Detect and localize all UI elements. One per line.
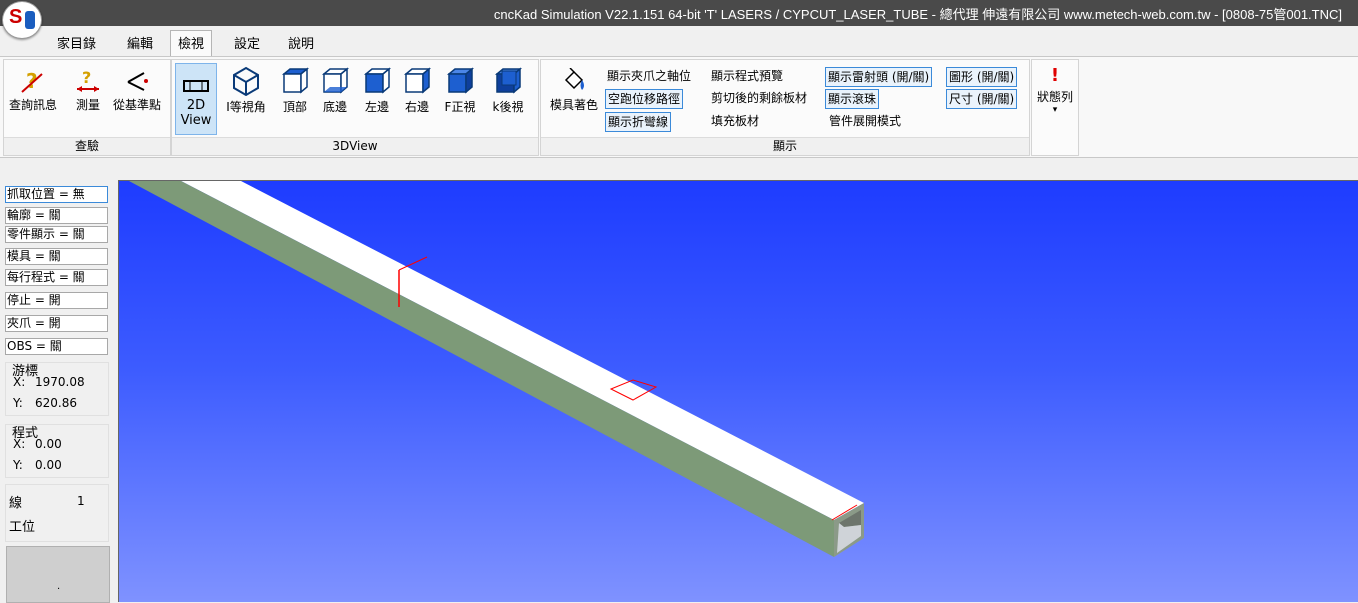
line-value: 1 <box>77 494 85 508</box>
view-2d-button[interactable]: 2D View <box>175 63 217 135</box>
query-info-button[interactable]: ? 查詢訊息 <box>8 68 58 113</box>
measure-button[interactable]: ? 測量 <box>70 68 106 113</box>
tab-settings[interactable]: 設定 <box>234 33 260 52</box>
front-view-icon <box>446 67 475 94</box>
line-label: 線 <box>9 496 23 511</box>
tube-3d-render <box>129 181 864 557</box>
cut-line-1 <box>398 256 428 271</box>
tube-inner-bottom <box>837 523 861 553</box>
right-view-icon <box>403 67 432 94</box>
title-bar: cncKad Simulation V22.1.151 64-bit 'T' L… <box>0 0 1358 26</box>
show-beads-toggle[interactable]: 顯示滾珠 <box>825 89 880 109</box>
window-title: cncKad Simulation V22.1.151 64-bit 'T' L… <box>493 7 1342 22</box>
menu-tabs: 家目錄 編輯 檢視 設定 說明 <box>0 28 1358 57</box>
cursor-y-value: 620.86 <box>35 396 77 410</box>
view-2d-icon <box>183 80 209 92</box>
view-iso-button[interactable]: I等視角 <box>222 66 270 115</box>
status-bar-button[interactable]: ! 狀態列 ▾ <box>1034 65 1076 116</box>
show-bend-lines-toggle[interactable]: 顯示折彎線 <box>605 112 672 132</box>
ribbon: ? 查詢訊息 ? 測量 從基準點 查驗 2D View I等視角 頂部 底邊 左… <box>0 56 1358 158</box>
program-x-value: 0.00 <box>35 437 62 451</box>
exclamation-icon: ! <box>1050 65 1060 86</box>
group-display-label: 顯示 <box>541 137 1029 155</box>
svg-text:?: ? <box>82 68 91 87</box>
group-inspect: ? 查詢訊息 ? 測量 從基準點 查驗 <box>3 59 171 156</box>
paint-bucket-icon <box>564 68 584 90</box>
show-clamp-axis-toggle[interactable]: 顯示夾爪之軸位 <box>605 67 693 85</box>
tab-view[interactable]: 檢視 <box>170 30 213 57</box>
cursor-box: 游標 X: 1970.08 Y: 620.86 <box>5 362 109 416</box>
graphic-toggle[interactable]: 圖形 (開/關) <box>946 67 1018 87</box>
per-line-program-field[interactable]: 每行程式 = 關 <box>5 269 108 286</box>
simulation-viewport[interactable] <box>118 180 1358 602</box>
program-box: 程式 X: 0.00 Y: 0.00 <box>5 424 109 478</box>
group-display: 模具著色 顯示夾爪之軸位 空跑位移路徑 顯示折彎線 顯示程式預覽 剪切後的剩餘板… <box>540 59 1030 156</box>
tube-unfold-toggle[interactable]: 管件展開模式 <box>827 112 903 130</box>
view-top-button[interactable]: 頂部 <box>276 66 314 115</box>
program-preview-toggle[interactable]: 顯示程式預覽 <box>709 67 785 85</box>
group-status: ! 狀態列 ▾ <box>1031 59 1079 156</box>
tab-edit[interactable]: 編輯 <box>127 33 153 52</box>
fill-sheet-toggle[interactable]: 填充板材 <box>709 112 761 130</box>
tool-field[interactable]: 模具 = 關 <box>5 248 108 265</box>
group-3dview-label: 3DView <box>172 137 538 155</box>
contour-field[interactable]: 輪廓 = 關 <box>5 207 108 224</box>
laser-head-toggle[interactable]: 顯示雷射頭 (開/關) <box>825 67 933 87</box>
measure-icon: ? <box>77 68 99 92</box>
iso-view-icon <box>233 66 259 96</box>
program-y-value: 0.00 <box>35 458 62 472</box>
top-view-icon <box>281 67 310 94</box>
clamp-field[interactable]: 夾爪 = 開 <box>5 315 108 332</box>
chevron-down-icon: ▾ <box>1052 105 1058 115</box>
tube-side-face <box>129 181 834 557</box>
cursor-x-value: 1970.08 <box>35 375 85 389</box>
dimension-toggle[interactable]: 尺寸 (開/關) <box>946 89 1018 109</box>
view-front-button[interactable]: F正視 <box>440 66 480 115</box>
view-back-button[interactable]: k後視 <box>488 66 528 115</box>
group-inspect-label: 查驗 <box>4 137 170 155</box>
from-reference-button[interactable]: 從基準點 <box>108 68 166 113</box>
left-view-icon <box>363 67 392 94</box>
stop-field[interactable]: 停止 = 開 <box>5 292 108 309</box>
reference-point-icon <box>127 72 148 91</box>
color-swatch: . <box>6 546 110 603</box>
view-bottom-button[interactable]: 底邊 <box>316 66 354 115</box>
query-info-icon: ? <box>21 69 43 93</box>
bottom-view-icon <box>321 67 350 94</box>
part-display-field[interactable]: 零件顯示 = 關 <box>5 226 108 243</box>
group-3dview: 2D View I等視角 頂部 底邊 左邊 右邊 F正視 k後視 3DView <box>171 59 539 156</box>
tool-color-button[interactable]: 模具著色 <box>545 68 603 113</box>
obs-field[interactable]: OBS = 關 <box>5 338 108 355</box>
remnant-sheet-toggle[interactable]: 剪切後的剩餘板材 <box>709 89 809 107</box>
station-label: 工位 <box>9 520 36 535</box>
grab-position-field[interactable]: 抓取位置 = 無 <box>5 186 108 203</box>
tab-help[interactable]: 說明 <box>288 33 314 52</box>
tab-home[interactable]: 家目錄 <box>57 33 96 52</box>
svg-text:?: ? <box>26 69 38 93</box>
back-view-icon <box>494 67 523 94</box>
view-right-button[interactable]: 右邊 <box>398 66 436 115</box>
tube-top-face <box>181 181 864 520</box>
view-left-button[interactable]: 左邊 <box>358 66 396 115</box>
rapid-path-toggle[interactable]: 空跑位移路徑 <box>605 89 684 109</box>
